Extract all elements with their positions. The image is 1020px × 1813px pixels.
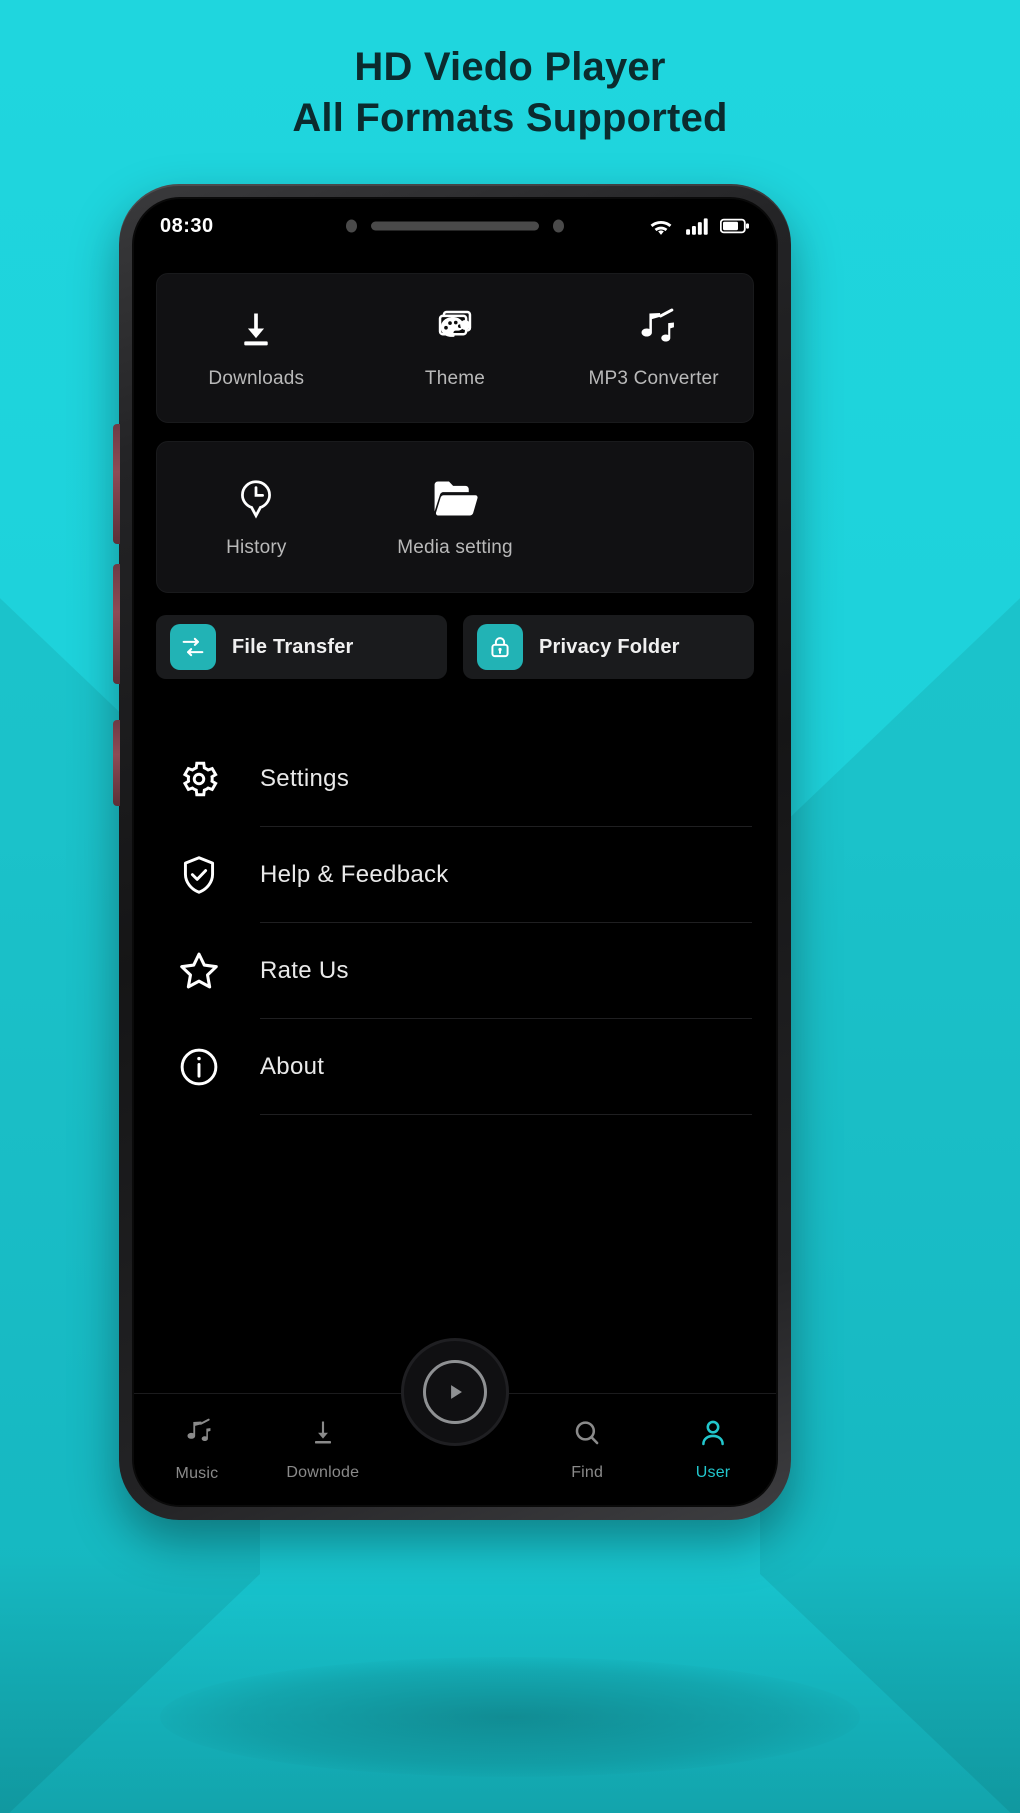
privacy-folder-button[interactable]: Privacy Folder (463, 615, 754, 679)
tile-label: Downloads (208, 368, 305, 389)
star-icon (172, 944, 226, 998)
menu-item-rate-us[interactable]: Rate Us (172, 923, 776, 1019)
transfer-arrows-icon (170, 624, 216, 670)
menu-item-help-feedback[interactable]: Help & Feedback (172, 827, 776, 923)
nav-label: Music (175, 1465, 219, 1482)
menu-row-settings: Settings (260, 731, 776, 827)
menu-row-rate-us: Rate Us (260, 923, 776, 1019)
battery-icon (720, 217, 750, 235)
phone-mockup: 08:30 Downloads Theme MP3 Converter Hist… (113, 184, 791, 1520)
proximity-sensor-dot (553, 219, 564, 233)
menu-row-about: About (260, 1019, 776, 1115)
menu-label: Settings (260, 765, 350, 792)
nav-item-find[interactable]: Find (524, 1417, 650, 1482)
download-icon (307, 1417, 339, 1454)
tile-label: Theme (424, 368, 486, 389)
tile-label: Media setting (397, 537, 513, 558)
quick-actions-card-primary: Downloads Theme MP3 Converter (156, 273, 754, 423)
menu-item-about[interactable]: About (172, 1019, 776, 1115)
volume-down-button[interactable] (113, 564, 120, 684)
status-bar: 08:30 (134, 199, 776, 253)
promo-title-line-1: HD Viedo Player (354, 45, 666, 89)
folder-icon (430, 475, 480, 523)
settings-menu-list: Settings Help & Feedback Rate Us About (134, 731, 776, 1115)
app-content: Downloads Theme MP3 Converter History Me… (134, 253, 776, 1393)
menu-label: Help & Feedback (260, 861, 449, 888)
promo-headline: HD Viedo Player All Formats Supported (0, 42, 1020, 144)
file-transfer-button[interactable]: File Transfer (156, 615, 447, 679)
status-bar-clock: 08:30 (160, 214, 214, 237)
tile-label: MP3 Converter (588, 368, 719, 389)
wifi-icon (648, 216, 674, 236)
menu-row-help-feedback: Help & Feedback (260, 827, 776, 923)
action-button-row: File Transfer Privacy Folder (156, 615, 754, 679)
bottom-navigation-bar: Music Downlode Find User (134, 1338, 776, 1505)
shield-check-icon (172, 848, 226, 902)
cellular-signal-icon (685, 216, 709, 236)
nav-item-downlode[interactable]: Downlode (260, 1417, 386, 1482)
menu-label: Rate Us (260, 957, 349, 984)
status-bar-icons (648, 216, 750, 236)
nav-label: Downlode (286, 1464, 360, 1481)
lock-icon (477, 624, 523, 670)
front-camera-dot (346, 219, 357, 233)
music-notes-icon (631, 306, 677, 354)
tile-history[interactable]: History (157, 475, 356, 559)
menu-item-settings[interactable]: Settings (172, 731, 776, 827)
file-transfer-label: File Transfer (232, 635, 354, 658)
tile-mp3-converter[interactable]: MP3 Converter (554, 306, 753, 390)
tile-media-setting[interactable]: Media setting (356, 475, 555, 559)
search-icon (571, 1417, 603, 1454)
menu-label: About (260, 1053, 325, 1080)
earpiece-speaker (371, 221, 539, 231)
nav-label: Find (571, 1464, 604, 1481)
history-clock-icon (234, 475, 278, 523)
user-icon (697, 1417, 729, 1454)
nav-item-music[interactable]: Music (134, 1416, 260, 1483)
power-button[interactable] (113, 720, 120, 806)
play-button[interactable] (401, 1338, 509, 1446)
nav-label: User (695, 1464, 731, 1481)
play-icon (423, 1360, 487, 1424)
info-circle-icon (172, 1040, 226, 1094)
download-icon (234, 306, 278, 354)
theme-palette-icon (432, 306, 478, 354)
app-screen: Downloads Theme MP3 Converter History Me… (134, 253, 776, 1505)
notch-sensors (346, 219, 564, 233)
volume-up-button[interactable] (113, 424, 120, 544)
privacy-folder-label: Privacy Folder (539, 635, 680, 658)
phone-screen: 08:30 Downloads Theme MP3 Converter Hist… (132, 197, 778, 1507)
music-note-icon (180, 1416, 214, 1455)
gear-icon (172, 752, 226, 806)
quick-actions-card-secondary: History Media setting (156, 441, 754, 593)
tile-theme[interactable]: Theme (356, 306, 555, 390)
promo-title-line-2: All Formats Supported (292, 96, 728, 141)
tile-label: History (226, 537, 287, 558)
nav-item-user[interactable]: User (650, 1417, 776, 1482)
phone-drop-shadow (160, 1657, 860, 1777)
tile-downloads[interactable]: Downloads (157, 306, 356, 390)
